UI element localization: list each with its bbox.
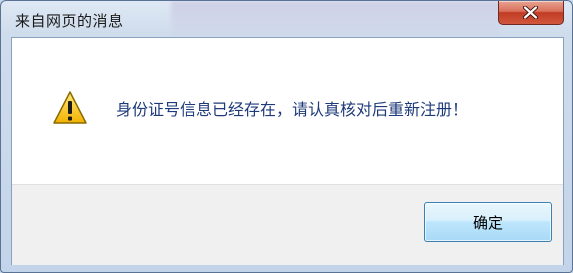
message-dialog-window: 来自网页的消息 身份证号信息已经存在，请认真核对后重新注册！ 确定 — [0, 0, 573, 273]
message-text: 身份证号信息已经存在，请认真核对后重新注册！ — [116, 100, 469, 119]
close-icon — [523, 6, 538, 19]
dialog-content: 身份证号信息已经存在，请认真核对后重新注册！ 确定 — [11, 37, 564, 265]
warning-icon — [53, 91, 87, 124]
window-title: 来自网页的消息 — [15, 12, 124, 30]
close-button[interactable] — [498, 1, 564, 25]
button-bar: 确定 — [12, 184, 563, 265]
message-area: 身份证号信息已经存在，请认真核对后重新注册！ — [12, 38, 563, 184]
ok-button[interactable]: 确定 — [424, 202, 552, 242]
title-bar[interactable]: 来自网页的消息 — [1, 1, 572, 37]
